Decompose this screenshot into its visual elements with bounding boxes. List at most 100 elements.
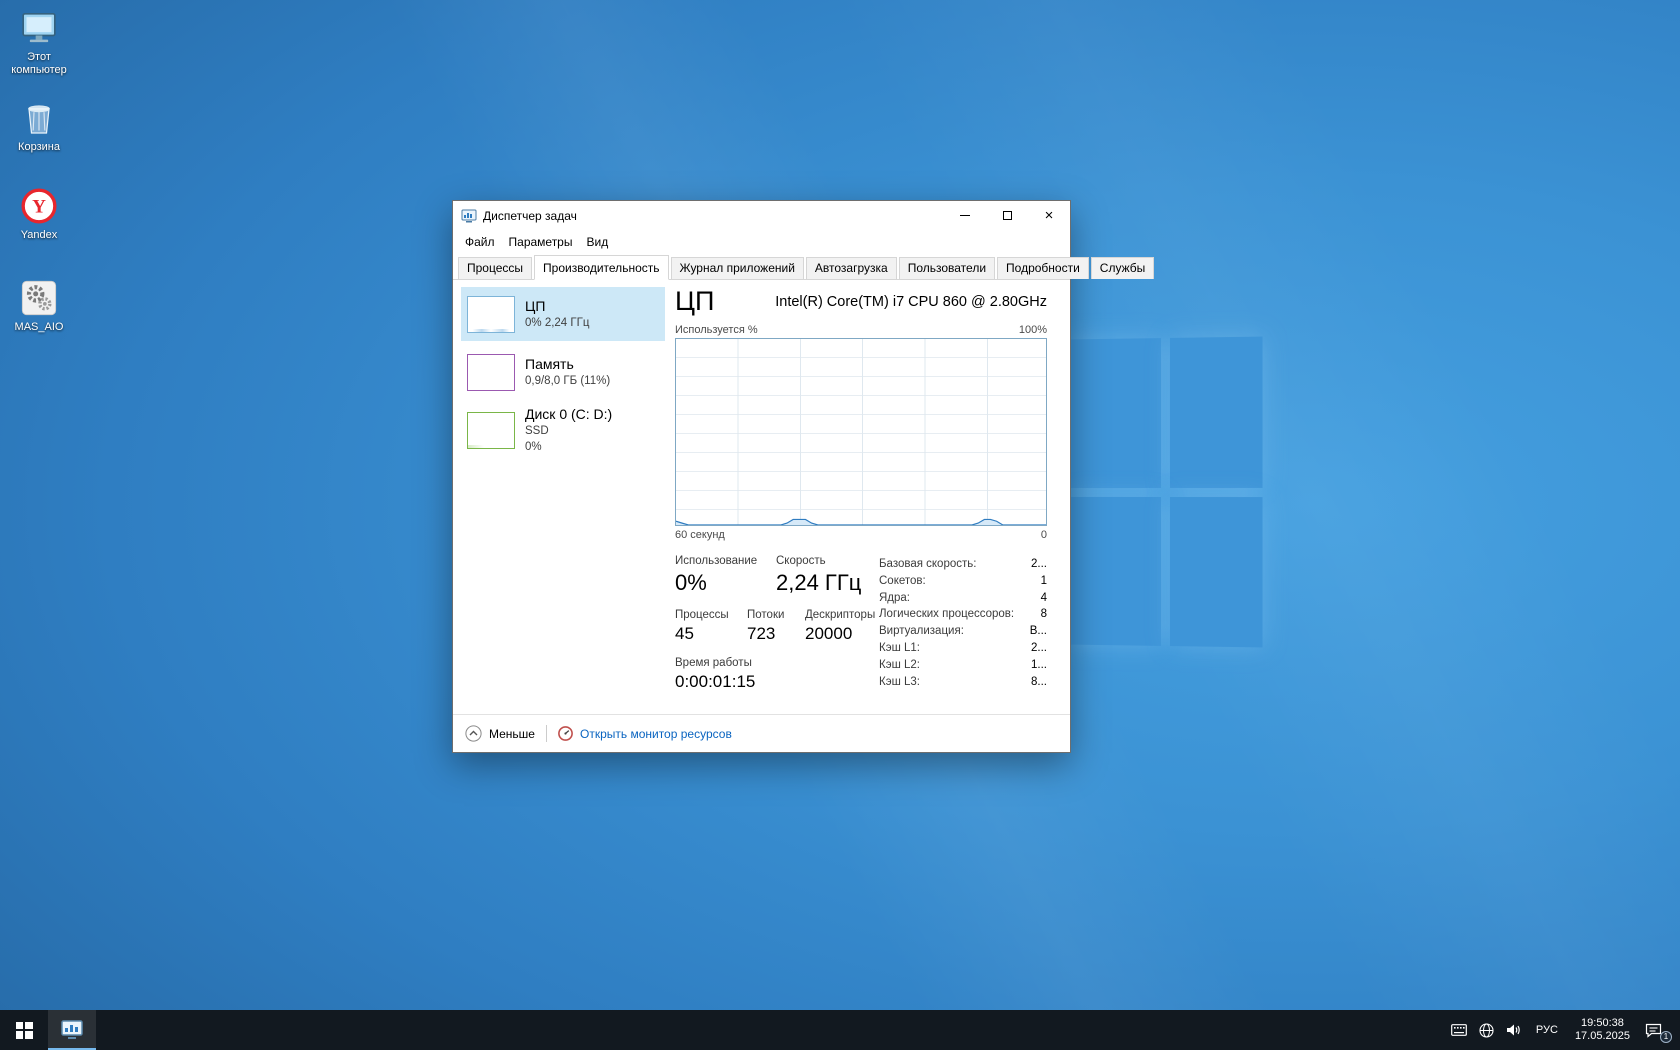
footer-divider [546, 725, 547, 742]
stat-threads: Потоки 723 [747, 609, 805, 644]
sidebar-item-cpu[interactable]: ЦП 0% 2,24 ГГц [461, 287, 665, 341]
resource-monitor-label: Открыть монитор ресурсов [580, 727, 732, 741]
cpu-usage-chart-svg [676, 339, 1046, 525]
taskbar-app-taskmanager[interactable] [48, 1010, 96, 1050]
desktop-icon-label: Yandex [21, 229, 58, 242]
maximize-icon [1003, 211, 1012, 220]
desktop-icon-mas-aio[interactable]: MAS_AIO [2, 278, 76, 334]
resource-monitor-icon [558, 726, 573, 741]
less-label: Меньше [489, 727, 535, 741]
detail-logical-processors: Логических процессоров:8 [879, 606, 1047, 623]
footer-bar: Меньше Открыть монитор ресурсов [453, 714, 1070, 752]
sidebar-disk-title: Диск 0 (C: D:) [525, 406, 612, 422]
detail-virtualization: Виртуализация:В... [879, 623, 1047, 640]
windows-logo [1069, 337, 1262, 648]
chevron-up-icon [465, 725, 482, 742]
less-button[interactable]: Меньше [465, 725, 535, 742]
performance-sidebar: ЦП 0% 2,24 ГГц Память 0,9/8,0 ГБ (11%) Д… [453, 280, 675, 714]
task-manager-window: Диспетчер задач × Файл Параметры Вид Про… [452, 200, 1071, 753]
stat-usage: Использование 0% [675, 555, 776, 596]
window-controls: × [944, 201, 1070, 230]
close-button[interactable]: × [1028, 201, 1070, 230]
detail-base-speed: Базовая скорость:2... [879, 556, 1047, 573]
tab-performance[interactable]: Производительность [534, 255, 668, 280]
tab-users[interactable]: Пользователи [899, 257, 995, 279]
sidebar-item-memory[interactable]: Память 0,9/8,0 ГБ (11%) [461, 345, 665, 399]
minimize-button[interactable] [944, 201, 986, 230]
cpu-stats: Использование 0% Скорость 2,24 ГГц Проце… [675, 555, 879, 705]
menu-options[interactable]: Параметры [502, 233, 580, 251]
action-center-button[interactable]: 1 [1639, 1010, 1672, 1050]
sidebar-cpu-stats: 0% 2,24 ГГц [525, 316, 589, 330]
cpu-mini-chart [467, 296, 515, 333]
stat-uptime: Время работы 0:00:01:15 [675, 657, 755, 692]
touch-keyboard-icon [1451, 1024, 1467, 1036]
gears-icon [19, 278, 59, 318]
menu-file[interactable]: Файл [458, 233, 502, 251]
sidebar-memory-title: Память [525, 356, 610, 372]
desktop-icon-recycle-bin[interactable]: Корзина [2, 98, 76, 154]
windows-start-icon [16, 1022, 33, 1039]
globe-network-icon [1479, 1023, 1494, 1038]
network-button[interactable] [1473, 1010, 1500, 1050]
chart-ymax: 100% [1019, 324, 1047, 336]
sidebar-disk-type: SSD [525, 424, 612, 438]
taskbar: РУС 19:50:38 17.05.2025 1 [0, 1010, 1680, 1050]
disk-mini-chart [467, 412, 515, 449]
language-indicator[interactable]: РУС [1528, 1010, 1566, 1050]
detail-cache-l2: Кэш L2:1... [879, 657, 1047, 674]
cpu-panel-title: ЦП [675, 286, 714, 317]
menu-view[interactable]: Вид [579, 233, 615, 251]
cpu-usage-chart [675, 338, 1047, 526]
sidebar-item-disk0[interactable]: Диск 0 (C: D:) SSD 0% [461, 403, 665, 457]
cpu-model-name: Intel(R) Core(TM) i7 CPU 860 @ 2.80GHz [775, 294, 1047, 310]
window-title: Диспетчер задач [483, 209, 577, 223]
task-manager-taskbar-icon [60, 1018, 84, 1042]
desktop-icon-yandex[interactable]: Y Yandex [2, 186, 76, 242]
recycle-bin-icon [19, 98, 59, 138]
system-tray: РУС 19:50:38 17.05.2025 1 [1445, 1010, 1680, 1050]
open-resource-monitor-link[interactable]: Открыть монитор ресурсов [558, 726, 732, 741]
desktop-icon-label: Корзина [18, 141, 60, 154]
notification-badge: 1 [1660, 1031, 1672, 1043]
clock-date: 17.05.2025 [1575, 1030, 1630, 1043]
maximize-button[interactable] [986, 201, 1028, 230]
close-icon: × [1045, 208, 1054, 223]
detail-cache-l3: Кэш L3:8... [879, 674, 1047, 691]
tabbar: Процессы Производительность Журнал прило… [453, 253, 1070, 280]
tab-details[interactable]: Подробности [997, 257, 1089, 279]
task-manager-icon [461, 208, 477, 224]
chart-ylabel: Используется % [675, 324, 758, 336]
cpu-usage-area [676, 519, 1046, 525]
detail-cache-l1: Кэш L1:2... [879, 640, 1047, 657]
sidebar-disk-usage: 0% [525, 440, 612, 454]
clock[interactable]: 19:50:38 17.05.2025 [1566, 1010, 1639, 1050]
start-button[interactable] [0, 1010, 48, 1050]
speaker-icon [1506, 1023, 1522, 1037]
titlebar[interactable]: Диспетчер задач × [453, 201, 1070, 230]
tab-processes[interactable]: Процессы [458, 257, 532, 279]
this-pc-icon [19, 8, 59, 48]
tab-startup[interactable]: Автозагрузка [806, 257, 897, 279]
sidebar-memory-stats: 0,9/8,0 ГБ (11%) [525, 374, 610, 388]
touch-keyboard-button[interactable] [1445, 1010, 1473, 1050]
stat-handles: Дескрипторы 20000 [805, 609, 875, 644]
tab-app-history[interactable]: Журнал приложений [671, 257, 804, 279]
menubar: Файл Параметры Вид [453, 230, 1070, 253]
desktop-icon-label: MAS_AIO [15, 321, 64, 334]
tab-services[interactable]: Службы [1091, 257, 1154, 279]
chart-xmax: 60 секунд [675, 529, 725, 541]
chart-xmin: 0 [1041, 529, 1047, 541]
minimize-icon [960, 215, 970, 216]
yandex-icon: Y [19, 186, 59, 226]
memory-mini-chart [467, 354, 515, 391]
svg-text:Y: Y [32, 197, 46, 218]
clock-time: 19:50:38 [1581, 1017, 1624, 1030]
stat-speed: Скорость 2,24 ГГц [776, 555, 861, 596]
desktop-icon-this-pc[interactable]: Этот компьютер [2, 8, 76, 77]
volume-button[interactable] [1500, 1010, 1528, 1050]
cpu-details: Базовая скорость:2... Сокетов:1 Ядра:4 Л… [879, 555, 1047, 705]
cpu-panel: ЦП Intel(R) Core(TM) i7 CPU 860 @ 2.80GH… [675, 280, 1070, 714]
stat-processes: Процессы 45 [675, 609, 747, 644]
detail-cores: Ядра:4 [879, 590, 1047, 607]
